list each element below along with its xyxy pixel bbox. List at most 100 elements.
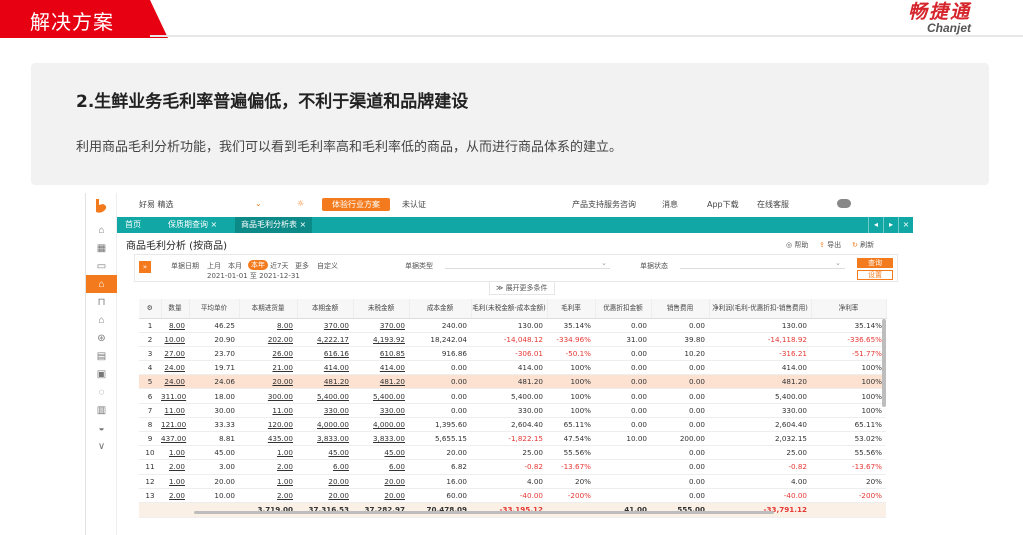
table-row[interactable]: 10 1.00 45.00 1.00 45.00 45.00 20.00 25.00 55.56… [139,445,886,461]
home-icon[interactable]: ⌂ [86,221,117,239]
tab-shelf-life[interactable]: 保质期查询 × [162,217,223,233]
col-header[interactable]: 数量 [161,299,190,319]
col-header[interactable]: 成本金额 [409,299,472,319]
collapse-icon[interactable]: » [139,261,151,273]
col-header[interactable]: 本期进货量 [239,299,298,319]
period-this-year[interactable]: 本年 [248,260,268,270]
col-header[interactable]: 毛利率 [547,299,596,319]
table-cell: 20.00 [409,445,471,461]
table-row[interactable]: 6 311.00 18.00 300.00 5,400.00 5,400.00 0.00 5,… [139,388,886,404]
period-more[interactable]: 更多 [295,261,309,271]
table-cell: 481.20 [471,374,547,390]
chevron-down-icon[interactable]: ∨ [86,437,117,455]
table-cell: 437.00 [161,431,189,447]
chevron-down-icon[interactable]: ⌄ [255,199,262,208]
finance-icon[interactable]: ⊛ [86,329,117,347]
period-custom[interactable]: 自定义 [317,261,338,271]
period-last-month[interactable]: 上月 [207,261,221,271]
totals-row: 3,719.00 37,316.53 37,282.97 70,478.09 -… [139,501,886,518]
warehouse-icon[interactable]: ⌂ [86,311,117,329]
table-row[interactable]: 12 1.00 20.00 1.00 20.00 20.00 16.00 4.00 20% 0.0… [139,474,886,489]
trade-solution-button[interactable]: 体验行业方案 [322,198,390,211]
table-cell: 481.20 [709,374,811,390]
horizontal-scrollbar[interactable] [194,511,774,514]
chevron-down-icon[interactable]: ⌄ [835,259,841,267]
table-cell: 370.00 [353,318,409,333]
table-cell: 1.00 [239,474,297,489]
list-icon[interactable]: ▥ [86,401,117,419]
table-cell: -13.67% [811,459,886,475]
table-cell: 200.00 [651,431,709,447]
col-header[interactable]: 销售费用 [651,299,710,319]
table-cell: 20.00 [189,474,239,489]
doc-type-select[interactable] [445,268,610,269]
settings-button[interactable]: 设置 [857,270,893,280]
expand-conditions-button[interactable]: ≫ 展开更多条件 [489,281,555,295]
col-header[interactable]: 未税金额 [353,299,410,319]
col-header[interactable]: 优惠折扣金额 [595,299,652,319]
document-icon[interactable]: ▤ [86,347,117,365]
table-cell: 20.00 [353,488,409,503]
help-button[interactable]: ◎ 帮助 [786,240,808,250]
table-cell: -316.21 [709,346,811,362]
online-service-link[interactable]: 在线客服 [757,199,789,210]
app-download-link[interactable]: App下载 [707,199,739,210]
total-cell: 70,478.09 [409,501,471,518]
chevron-down-icon[interactable]: ⌄ [601,259,607,267]
doc-status-select[interactable] [680,268,845,269]
card-icon[interactable]: ▣ [86,365,117,383]
table-cell: -0.82 [709,459,811,475]
table-row[interactable]: 4 24.00 19.71 21.00 414.00 414.00 0.00 414.00 10… [139,360,886,376]
table-row[interactable]: 13 2.00 10.00 2.00 20.00 20.00 60.00 -40.00 -200… [139,488,886,503]
period-7-days[interactable]: 近7天 [270,261,288,271]
table-row[interactable]: 1 8.00 46.25 8.00 370.00 370.00 240.00 130.00 35… [139,318,886,333]
table-row[interactable]: 2 10.00 20.90 202.00 4,222.17 4,193.92 18,242.… [139,332,886,347]
support-link[interactable]: 产品支持服务咨询 [572,199,636,210]
total-cell: -33,195.12 [471,501,547,518]
table-cell: 1.00 [161,474,189,489]
messages-link[interactable]: 消息 [662,199,678,210]
total-cell [189,501,239,518]
table-row[interactable]: 5 24.00 24.06 20.00 481.20 481.20 0.00 481.20 10… [139,374,886,390]
table-cell: 26.00 [239,346,297,362]
avatar[interactable] [837,199,851,208]
table-cell: 35.14% [811,318,886,333]
table-cell: 610.85 [353,346,409,362]
table-row[interactable]: 7 11.00 30.00 11.00 330.00 330.00 0.00 330.00 10… [139,403,886,418]
purchase-icon[interactable]: ▭ [86,257,117,275]
refresh-button[interactable]: ↻ 刷新 [852,240,874,250]
tab-next-icon[interactable]: ▸ [883,217,898,233]
tab-prev-icon[interactable]: ◂ [868,217,883,233]
col-header[interactable]: 毛利(未税金额-成本金额) [471,299,548,319]
query-button[interactable]: 查询 [857,258,893,268]
goods-icon[interactable]: ▦ [86,239,117,257]
help-label: 帮助 [794,241,809,249]
chat-icon[interactable]: ◒ [86,419,117,437]
period-this-month[interactable]: 本月 [228,261,242,271]
total-cell: 41.00 [595,501,651,518]
col-header[interactable]: 本期金额 [297,299,354,319]
table-row[interactable]: 8 121.00 33.33 120.00 4,000.00 4,000.00 1,395.… [139,417,886,433]
table-row[interactable]: 9 437.00 8.81 435.00 3,833.00 3,833.00 5,655.1… [139,431,886,447]
table-cell: 100% [547,374,595,390]
table-row[interactable]: 3 27.00 23.70 26.00 616.16 610.85 916.86 -306.0… [139,346,886,362]
table-cell: 20.90 [189,332,239,347]
refresh-icon[interactable]: ◌ [86,383,117,401]
date-range[interactable]: 2021-01-01 至 2021-12-31 [207,271,300,281]
store-icon[interactable]: ⊓ [86,293,117,311]
table-row[interactable]: 11 2.00 3.00 2.00 6.00 6.00 6.82 -0.82 -13.67% 0.… [139,459,886,475]
table-cell: 25.00 [709,445,811,461]
sun-icon[interactable]: ☼ [297,199,304,208]
store-name[interactable]: 好易 精选 [139,199,174,210]
col-header[interactable]: 净利率 [811,299,887,319]
report-icon[interactable]: ⌂ [86,275,117,293]
vertical-scrollbar[interactable] [882,319,886,407]
tab-gross-margin[interactable]: 商品毛利分析表 × [235,217,313,233]
gear-icon[interactable]: ⚙ [139,299,162,319]
table-cell: 2.00 [161,459,189,475]
col-header[interactable]: 平均单价 [189,299,240,319]
close-icon[interactable]: × [898,217,913,233]
col-header[interactable]: 净利润(毛利-优惠折扣-销售费用) [709,299,812,319]
export-button[interactable]: ⇪ 导出 [819,240,841,250]
tab-home[interactable]: 首页 [119,217,147,233]
